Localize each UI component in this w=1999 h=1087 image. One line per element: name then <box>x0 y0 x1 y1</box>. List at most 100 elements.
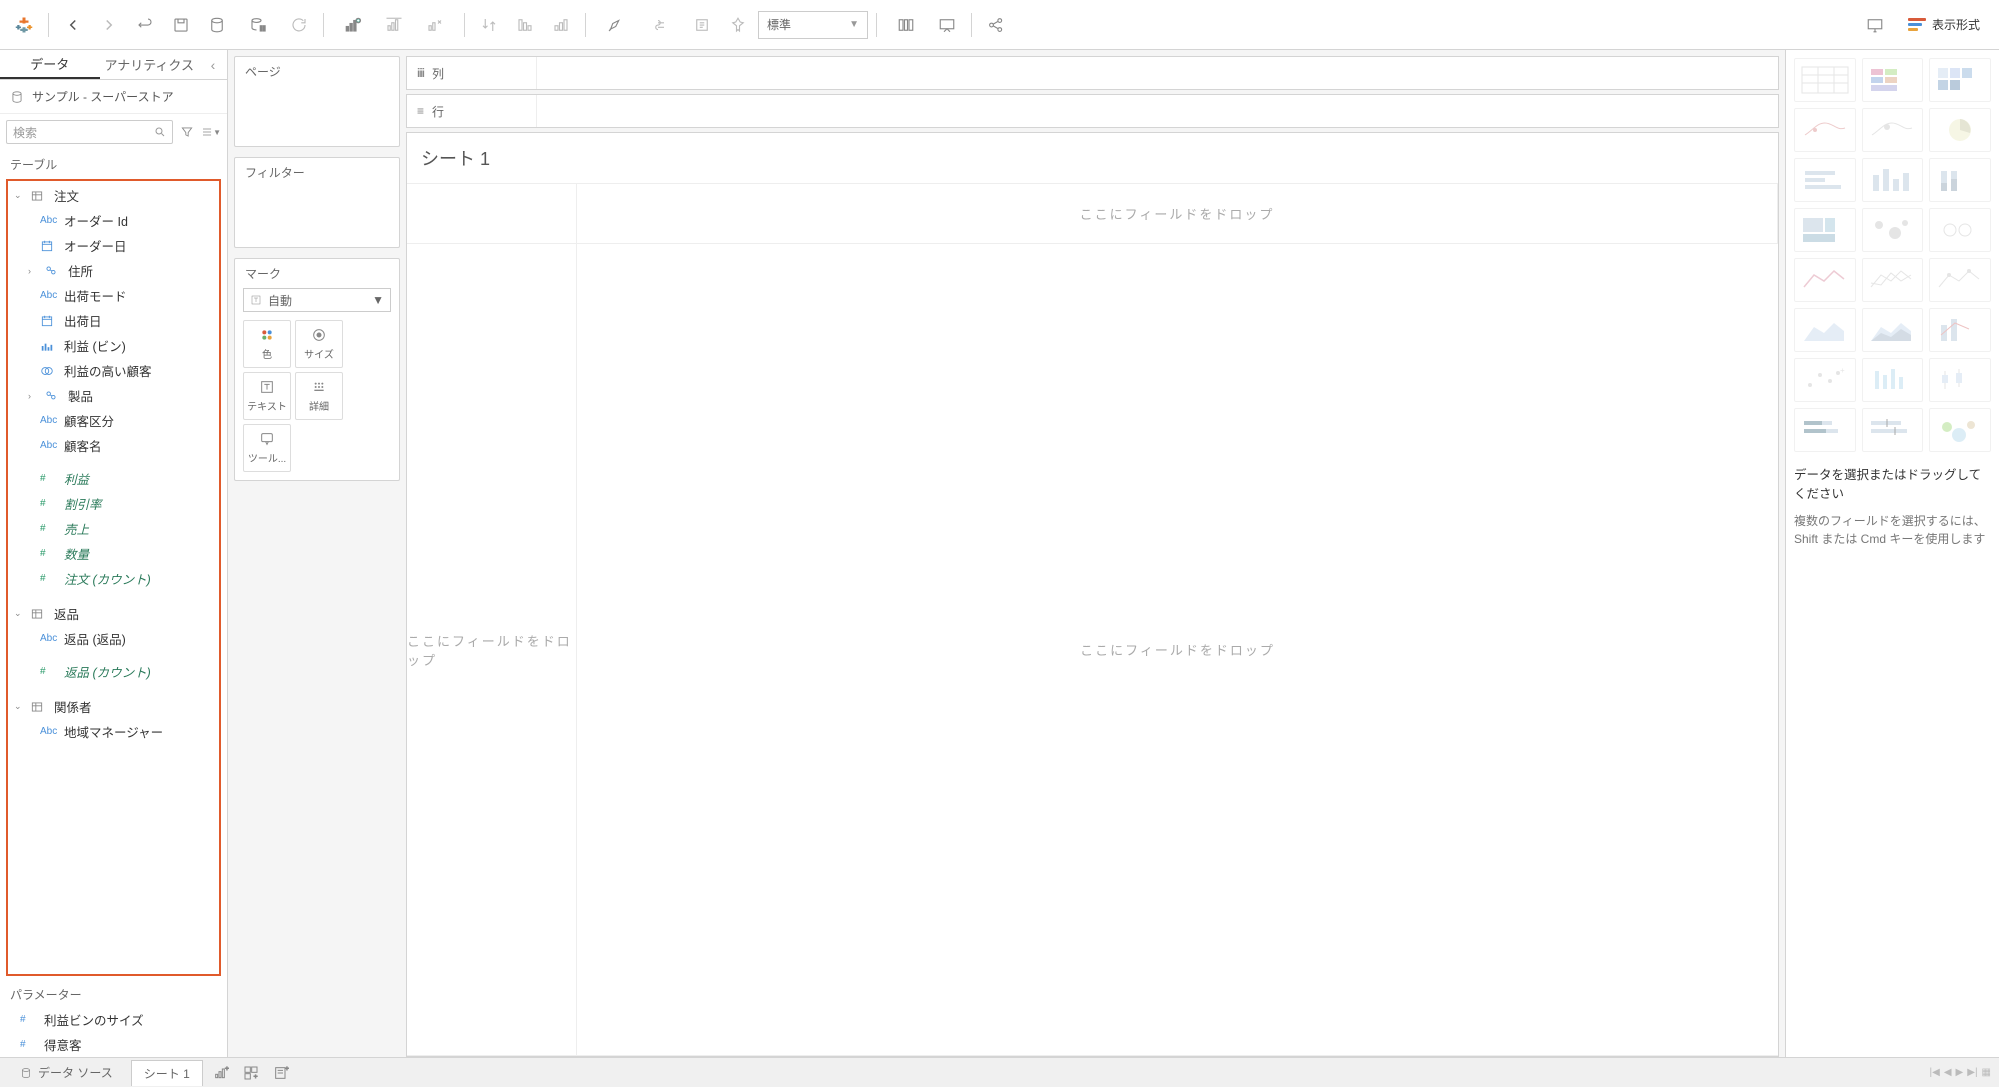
show-me-tile[interactable] <box>1794 158 1856 202</box>
show-me-tile[interactable] <box>1794 208 1856 252</box>
columns-shelf[interactable]: iii列 <box>406 56 1779 90</box>
dimension-field[interactable]: ›住所 <box>8 258 219 283</box>
mark-size-button[interactable]: サイズ <box>295 320 343 368</box>
show-me-tile[interactable] <box>1929 208 1991 252</box>
pause-updates-icon[interactable] <box>237 9 279 41</box>
mark-color-button[interactable]: 色 <box>243 320 291 368</box>
undo-icon[interactable] <box>57 9 89 41</box>
pin-icon[interactable] <box>722 9 754 41</box>
view-canvas[interactable]: シート 1 ここにフィールドをドロップ ここにフィールドをドロップ ここにフィー… <box>406 132 1779 1057</box>
new-dashboard-tab-icon[interactable]: + <box>239 1062 263 1084</box>
mark-detail-button[interactable]: 詳細 <box>295 372 343 420</box>
rows-shelf[interactable]: ≡行 <box>406 94 1779 128</box>
nav-tabs-icon[interactable]: ▦ <box>1982 1067 1991 1078</box>
tab-analytics[interactable]: アナリティクス <box>100 50 200 79</box>
redo-icon[interactable] <box>93 9 125 41</box>
sort-asc-icon[interactable] <box>509 9 541 41</box>
duplicate-icon[interactable] <box>378 9 410 41</box>
dimension-field[interactable]: オーダー日 <box>8 233 219 258</box>
datasource-item[interactable]: サンプル - スーパーストア <box>0 80 227 114</box>
show-me-tile[interactable] <box>1929 308 1991 352</box>
show-me-tile[interactable] <box>1862 258 1924 302</box>
revert-icon[interactable] <box>129 9 161 41</box>
share-icon[interactable] <box>980 9 1012 41</box>
show-me-tile[interactable] <box>1794 308 1856 352</box>
measure-field[interactable]: #売上 <box>8 516 219 541</box>
table-header[interactable]: ⌄注文 <box>8 183 219 208</box>
measure-field[interactable]: #注文 (カウント) <box>8 566 219 591</box>
show-me-tile[interactable] <box>1862 58 1924 102</box>
parameter-field[interactable]: #利益ビンのサイズ <box>0 1007 227 1032</box>
show-me-tile[interactable] <box>1929 408 1991 452</box>
clear-icon[interactable] <box>414 9 456 41</box>
measure-field[interactable]: #利益 <box>8 466 219 491</box>
highlight-icon[interactable] <box>594 9 636 41</box>
fit-dropdown[interactable]: 標準▼ <box>758 11 868 39</box>
save-icon[interactable] <box>165 9 197 41</box>
mark-text-button[interactable]: テキスト <box>243 372 291 420</box>
show-me-tile[interactable] <box>1794 258 1856 302</box>
nav-next-icon[interactable]: ▶ <box>1956 1067 1964 1078</box>
new-worksheet-tab-icon[interactable]: + <box>209 1062 233 1084</box>
measure-field[interactable]: #数量 <box>8 541 219 566</box>
show-me-button[interactable]: 表示形式 <box>1897 11 1991 38</box>
nav-first-icon[interactable]: |◀ <box>1930 1067 1940 1078</box>
dimension-field[interactable]: Abcオーダー Id <box>8 208 219 233</box>
dimension-field[interactable]: 出荷日 <box>8 308 219 333</box>
presentation-icon[interactable] <box>931 9 963 41</box>
show-me-tile[interactable] <box>1862 158 1924 202</box>
show-me-tile[interactable] <box>1862 408 1924 452</box>
logo-icon[interactable] <box>8 9 40 41</box>
show-me-tile[interactable] <box>1929 158 1991 202</box>
view-rows-drop[interactable]: ここにフィールドをドロップ <box>407 244 577 1056</box>
new-story-tab-icon[interactable]: + <box>269 1062 293 1084</box>
sort-desc-icon[interactable] <box>545 9 577 41</box>
dimension-field[interactable]: Abc顧客区分 <box>8 408 219 433</box>
tab-data[interactable]: データ <box>0 50 100 79</box>
filters-card[interactable]: フィルター <box>234 157 400 248</box>
show-me-tile[interactable] <box>1862 208 1924 252</box>
show-me-tile[interactable] <box>1862 358 1924 402</box>
swap-icon[interactable] <box>473 9 505 41</box>
show-me-tile[interactable]: + <box>1794 358 1856 402</box>
view-columns-drop[interactable]: ここにフィールドをドロップ <box>577 184 1778 244</box>
dimension-field[interactable]: Abc返品 (返品) <box>8 626 219 651</box>
measure-field[interactable]: #返品 (カウント) <box>8 659 219 684</box>
sheet-title[interactable]: シート 1 <box>407 133 1778 184</box>
mark-type-select[interactable]: 自動 ▼ <box>243 288 391 312</box>
filter-icon[interactable] <box>177 122 197 142</box>
show-me-tile[interactable] <box>1929 108 1991 152</box>
show-me-tile[interactable] <box>1794 408 1856 452</box>
new-worksheet-icon[interactable] <box>332 9 374 41</box>
show-me-tile[interactable] <box>1929 358 1991 402</box>
nav-last-icon[interactable]: ▶| <box>1967 1067 1977 1078</box>
show-me-tile[interactable] <box>1862 308 1924 352</box>
show-me-tile[interactable] <box>1862 108 1924 152</box>
view-options-icon[interactable]: ▼ <box>201 122 221 142</box>
collapse-panel-icon[interactable]: ‹ <box>199 50 227 79</box>
show-me-tile[interactable] <box>1929 58 1991 102</box>
search-input[interactable]: 検索 <box>6 120 173 144</box>
show-cards-icon[interactable] <box>885 9 927 41</box>
show-me-tile[interactable] <box>1929 258 1991 302</box>
table-header[interactable]: ⌄返品 <box>8 601 219 626</box>
dimension-field[interactable]: 利益 (ビン) <box>8 333 219 358</box>
parameter-field[interactable]: #得意客 <box>0 1032 227 1057</box>
view-main-drop[interactable]: ここにフィールドをドロップ <box>577 244 1778 1056</box>
new-datasource-icon[interactable] <box>201 9 233 41</box>
dimension-field[interactable]: Abc出荷モード <box>8 283 219 308</box>
measure-field[interactable]: #割引率 <box>8 491 219 516</box>
show-labels-icon[interactable] <box>686 9 718 41</box>
dimension-field[interactable]: 利益の高い顧客 <box>8 358 219 383</box>
show-me-tile[interactable] <box>1794 108 1856 152</box>
table-header[interactable]: ⌄関係者 <box>8 694 219 719</box>
dimension-field[interactable]: Abc顧客名 <box>8 433 219 458</box>
dimension-field[interactable]: ›製品 <box>8 383 219 408</box>
guide-icon[interactable] <box>1859 9 1891 41</box>
nav-prev-icon[interactable]: ◀ <box>1944 1067 1952 1078</box>
pages-card[interactable]: ページ <box>234 56 400 147</box>
refresh-icon[interactable] <box>283 9 315 41</box>
datasource-tab[interactable]: データ ソース <box>8 1060 125 1085</box>
sheet-tab[interactable]: シート 1 <box>131 1060 203 1086</box>
show-me-tile[interactable] <box>1794 58 1856 102</box>
